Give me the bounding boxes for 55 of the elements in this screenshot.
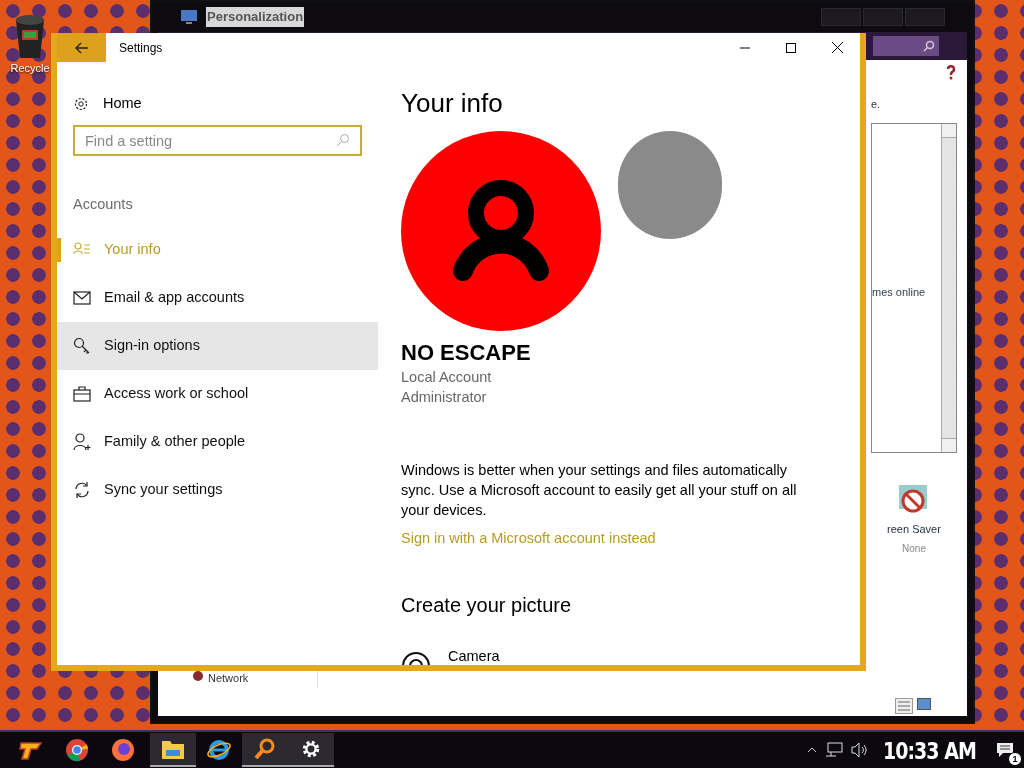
- volume-icon[interactable]: [850, 742, 869, 758]
- account-detail: Administrator: [401, 388, 488, 407]
- maximize-icon: [786, 42, 796, 53]
- search-icon: [336, 133, 350, 147]
- account-name: NO ESCAPE: [401, 339, 532, 367]
- nav-item[interactable]: Sign-in options: [57, 321, 378, 370]
- settings-icon: [300, 738, 322, 760]
- taskbar-button[interactable]: [288, 733, 334, 767]
- search-icon: [923, 40, 935, 52]
- window-title: Personalization: [206, 7, 305, 27]
- fox-globe-icon: [111, 738, 135, 762]
- info-paragraph: Windows is better when your settings and files automatically sync. Use a Microsoft account to easily get all your stuff on all your devices.: [401, 461, 798, 520]
- clock[interactable]: 10:33 AM: [876, 732, 982, 768]
- nav-item[interactable]: Access work or school: [57, 369, 378, 418]
- sync-icon: [73, 480, 91, 499]
- monitor-icon: [180, 9, 198, 25]
- search-field[interactable]: Find a setting: [73, 125, 362, 156]
- home-link[interactable]: Home: [57, 91, 378, 117]
- caret-up-icon[interactable]: [806, 747, 817, 753]
- person-add-icon: [73, 432, 91, 451]
- chrome-icon: [65, 738, 89, 762]
- selection-bar: [57, 237, 61, 262]
- account-detail: Local Account: [401, 368, 493, 387]
- taskbar-button[interactable]: [150, 733, 196, 767]
- screen-saver-label[interactable]: reen Saver: [887, 520, 941, 537]
- folder-icon: [161, 738, 185, 760]
- notifications-icon[interactable]: [996, 742, 1014, 758]
- option-item[interactable]: Camera: [401, 647, 860, 665]
- nav-item[interactable]: Email & app accounts: [57, 273, 378, 322]
- back-button[interactable]: [57, 33, 106, 62]
- notification-count: 1: [1008, 752, 1022, 766]
- envelope-icon: [73, 288, 91, 307]
- page-title: Your info: [401, 88, 504, 118]
- desktop-icon-label[interactable]: Recycle: [10, 60, 50, 77]
- nav-item[interactable]: Family & other people: [57, 417, 378, 466]
- window-title: Settings: [119, 39, 163, 57]
- list-item[interactable]: mes online: [872, 283, 941, 300]
- briefcase-icon: [73, 384, 91, 403]
- screen-saver-value: None: [902, 542, 926, 556]
- close-icon: [831, 42, 843, 53]
- sidebar-link[interactable]: Network: [208, 670, 249, 687]
- key-icon: [73, 336, 91, 355]
- section-heading: Create your picture: [401, 592, 573, 618]
- user-avatar-icon: [401, 131, 601, 331]
- section-heading: Accounts: [73, 195, 134, 214]
- search-field[interactable]: [873, 36, 939, 56]
- settings-icon: [73, 96, 89, 112]
- help-icon[interactable]: [945, 64, 957, 80]
- ie-globe-icon: [206, 738, 232, 762]
- scrollbar[interactable]: [941, 123, 956, 452]
- nav-item[interactable]: Sync your settings: [57, 465, 378, 514]
- description-text: e.: [871, 97, 882, 112]
- back-arrow-icon: [74, 41, 89, 54]
- taskbar-button[interactable]: [242, 733, 288, 767]
- search-icon: [253, 737, 277, 761]
